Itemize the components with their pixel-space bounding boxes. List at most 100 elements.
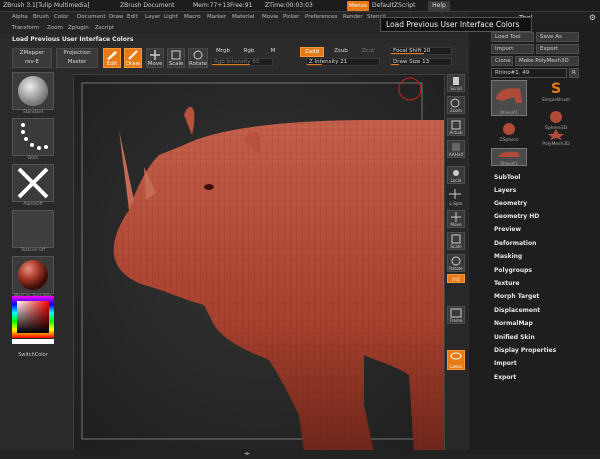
r-button[interactable]: R: [569, 68, 579, 78]
make-polymesh-button[interactable]: Make PolyMesh3D: [515, 56, 579, 66]
polymesh-star-icon: [548, 129, 564, 140]
local-label: Local: [450, 178, 462, 183]
preview-menu[interactable]: Preview: [494, 226, 521, 233]
lasso-icon: [450, 352, 462, 360]
scroll-button[interactable]: Scroll: [447, 74, 465, 92]
polygroups-menu[interactable]: Polygroups: [494, 267, 532, 274]
mrgb-button[interactable]: Mrgb: [212, 47, 234, 57]
tool-thumb-rhino-small[interactable]: Rhino#1: [491, 148, 527, 166]
menu-macro[interactable]: Macro: [184, 14, 201, 20]
menu-transform[interactable]: Transform: [12, 25, 39, 31]
lsym-button[interactable]: L.Sym: [447, 188, 465, 206]
zoom-button[interactable]: Zoom: [447, 96, 465, 114]
menu-preferences[interactable]: Preferences: [305, 14, 337, 20]
zadd-button[interactable]: Zadd: [300, 47, 324, 57]
texture-thumbnail[interactable]: [12, 210, 54, 248]
tool-slider[interactable]: Rhino#1. 49: [491, 68, 567, 78]
zmapper-label: ZMapper: [19, 50, 45, 56]
zsphere-icon: [503, 123, 515, 135]
menu-light[interactable]: Light: [164, 14, 178, 20]
alpha-thumbnail[interactable]: [12, 164, 54, 202]
menu-brush[interactable]: Brush: [33, 14, 49, 20]
document-canvas[interactable]: [73, 74, 445, 452]
material-thumbnail[interactable]: [12, 256, 54, 294]
menus-button[interactable]: Menus: [347, 1, 369, 11]
gear-icon[interactable]: ⚙: [589, 13, 596, 22]
actual-button[interactable]: Actual: [447, 118, 465, 136]
menu-alpha[interactable]: Alpha: [12, 14, 28, 20]
masking-menu[interactable]: Masking: [494, 253, 522, 260]
morph-target-menu[interactable]: Morph Target: [494, 293, 539, 300]
unified-skin-menu[interactable]: Unified Skin: [494, 334, 535, 341]
edit-button[interactable]: Edit: [103, 48, 121, 68]
help-button[interactable]: Help: [428, 1, 450, 11]
rotate-button[interactable]: Rotate: [188, 48, 208, 68]
right-shelf: Scroll Zoom Actual AAHalf Local L.Sym Mo…: [445, 70, 467, 450]
subtool-menu[interactable]: SubTool: [494, 174, 520, 181]
rgb-button[interactable]: Rgb: [240, 47, 258, 57]
export-menu[interactable]: Export: [494, 374, 516, 381]
stroke-caption: Dots: [27, 156, 39, 161]
brush-thumbnail[interactable]: [12, 72, 54, 110]
color-picker[interactable]: [12, 296, 54, 350]
rotate-view-button[interactable]: Rotate: [447, 254, 465, 272]
menu-zoom[interactable]: Zoom: [47, 25, 63, 31]
switch-color-button[interactable]: SwitchColor: [12, 352, 54, 358]
texture-menu[interactable]: Texture: [494, 280, 519, 287]
draw-button[interactable]: Draw: [124, 48, 142, 68]
import-menu[interactable]: Import: [494, 360, 517, 367]
layers-menu[interactable]: Layers: [494, 187, 516, 194]
import-button[interactable]: Import: [491, 44, 534, 54]
menu-picker[interactable]: Picker: [283, 14, 299, 20]
zsub-button[interactable]: Zsub: [330, 47, 352, 57]
menu-render[interactable]: Render: [343, 14, 363, 20]
tool-thumb-zsphere[interactable]: ZSphere: [491, 122, 527, 146]
clone-button[interactable]: Clone: [491, 56, 513, 66]
menu-layer[interactable]: Layer: [145, 14, 160, 20]
move-icon: [150, 50, 160, 60]
rgb-intensity-slider[interactable]: Rgb Intensity 63: [211, 58, 273, 66]
draw-size-slider[interactable]: Draw Size 13: [390, 58, 452, 66]
load-tool-button[interactable]: Load Tool: [491, 32, 534, 42]
stroke-thumbnail[interactable]: [12, 118, 54, 156]
menu-document[interactable]: Document: [77, 14, 106, 20]
menu-edit[interactable]: Edit: [127, 14, 138, 20]
display-properties-menu[interactable]: Display Properties: [494, 347, 556, 354]
local-button[interactable]: Local: [447, 166, 465, 184]
tool-thumb-simplebrush[interactable]: S SimpleBrush: [533, 80, 579, 110]
geometry-menu[interactable]: Geometry: [494, 200, 527, 207]
menu-material[interactable]: Material: [232, 14, 254, 20]
focal-shift-slider[interactable]: Focal Shift 10: [390, 47, 452, 55]
move-view-button[interactable]: Move: [447, 210, 465, 228]
displacement-menu[interactable]: Displacement: [494, 307, 540, 314]
menu-zscript[interactable]: Zscript: [95, 25, 114, 31]
export-button[interactable]: Export: [536, 44, 579, 54]
lasso-button[interactable]: Lasso: [447, 350, 465, 370]
menu-zplugin[interactable]: Zplugin: [68, 25, 89, 31]
xyz-button[interactable]: XYZ: [447, 274, 465, 283]
frame-button[interactable]: Frame: [447, 306, 465, 324]
scale-button[interactable]: Scale: [167, 48, 185, 68]
z-intensity-slider[interactable]: Z Intensity 21: [306, 58, 380, 66]
bottom-arrows-icon[interactable]: ◂▸: [244, 450, 250, 457]
normalmap-menu[interactable]: NormalMap: [494, 320, 533, 327]
zmapper-button[interactable]: ZMapper rev-E: [12, 48, 52, 68]
zmapper-rev-label: rev-E: [24, 59, 40, 65]
color-swatch[interactable]: [12, 296, 54, 344]
move-button[interactable]: Move: [146, 48, 164, 68]
scale-view-button[interactable]: Scale: [447, 232, 465, 250]
geometry-hd-menu[interactable]: Geometry HD: [494, 213, 539, 220]
save-as-button[interactable]: Save As: [536, 32, 579, 42]
menu-color[interactable]: Color: [54, 14, 68, 20]
menu-movie[interactable]: Movie: [262, 14, 278, 20]
script-name[interactable]: DefaultZScript: [372, 2, 415, 9]
projection-master-button[interactable]: Projection Master: [56, 48, 98, 68]
menu-marker[interactable]: Marker: [207, 14, 226, 20]
aahalf-button[interactable]: AAHalf: [447, 140, 465, 158]
zcut-button[interactable]: Zcut: [358, 47, 378, 57]
tool-thumb-rhino[interactable]: Rhino#1: [491, 80, 527, 116]
tool-thumb-polymesh[interactable]: PolyMesh3D: [533, 128, 579, 150]
deformation-menu[interactable]: Deformation: [494, 240, 536, 247]
menu-draw[interactable]: Draw: [109, 14, 123, 20]
m-button[interactable]: M: [268, 47, 278, 57]
